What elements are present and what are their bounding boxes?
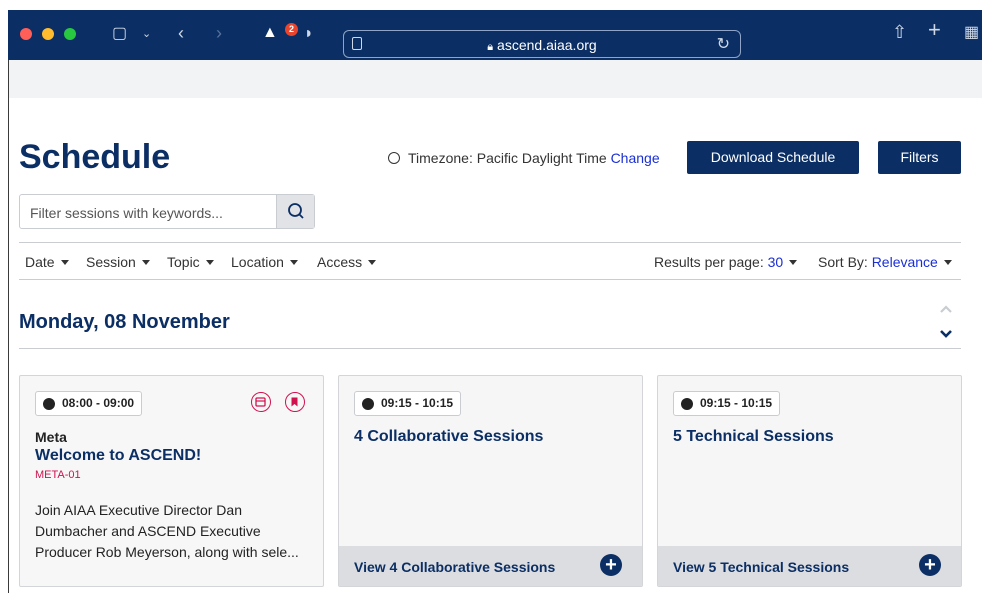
lock-icon: 🔒︎ — [487, 41, 494, 53]
session-category: Meta — [35, 429, 67, 445]
session-title[interactable]: Welcome to ASCEND! — [35, 447, 201, 465]
session-group-card[interactable]: 09:15 - 10:15 5 Technical Sessions View … — [657, 375, 962, 587]
day-heading: Monday, 08 November — [19, 311, 230, 333]
chevron-down-icon[interactable]: ⌄ — [142, 26, 151, 42]
filter-access[interactable]: Access — [317, 254, 377, 270]
calendar-icon[interactable] — [251, 392, 271, 412]
privacy-shield-icon[interactable]: ◗ — [304, 26, 314, 42]
clock-icon — [681, 398, 693, 410]
caret-down-icon — [141, 260, 150, 265]
back-icon[interactable]: ‹ — [178, 24, 184, 42]
timezone-change-link[interactable]: Change — [611, 150, 660, 166]
caret-down-icon — [60, 260, 69, 265]
session-group-title[interactable]: 5 Technical Sessions — [673, 428, 834, 446]
divider — [19, 279, 961, 280]
caret-down-icon — [943, 260, 952, 265]
session-group-title[interactable]: 4 Collaborative Sessions — [354, 428, 543, 446]
notification-badge: 2 — [285, 23, 298, 36]
search-input[interactable]: Filter sessions with keywords... — [30, 205, 223, 221]
new-tab-icon[interactable]: + — [928, 19, 941, 41]
address-bar[interactable]: 🔒︎ ascend.aiaa.org ↻ — [343, 30, 741, 58]
page-title: Schedule — [19, 138, 171, 176]
session-description: Join AIAA Executive Director Dan Dumbach… — [35, 502, 299, 560]
timezone-label: Timezone: Pacific Daylight Time — [408, 150, 607, 166]
caret-down-icon — [368, 260, 377, 265]
timezone-info: Timezone: Pacific Daylight Time Change — [388, 150, 660, 166]
reload-icon[interactable]: ↻ — [717, 34, 730, 54]
search-icon — [288, 203, 304, 219]
clock-icon — [43, 398, 55, 410]
session-time: 09:15 - 10:15 — [354, 391, 462, 416]
filter-date[interactable]: Date — [25, 254, 69, 270]
session-time: 08:00 - 09:00 — [35, 391, 143, 416]
sort-by[interactable]: Sort By: Relevance — [818, 254, 952, 270]
filter-location[interactable]: Location — [231, 254, 298, 270]
caret-down-icon — [289, 260, 298, 265]
plus-icon[interactable]: + — [919, 554, 941, 576]
caret-down-icon — [789, 260, 798, 265]
filters-button[interactable]: Filters — [878, 141, 961, 174]
minimize-window-button[interactable] — [42, 28, 54, 40]
view-sessions-bar[interactable]: View 4 Collaborative Sessions + — [339, 546, 642, 586]
caret-down-icon — [205, 260, 214, 265]
view-sessions-link[interactable]: View 4 Collaborative Sessions — [354, 559, 555, 575]
plus-icon[interactable]: + — [600, 554, 622, 576]
page-top-band — [8, 60, 982, 98]
session-time: 09:15 - 10:15 — [673, 391, 781, 416]
bookmark-icon[interactable] — [285, 392, 305, 412]
zoom-window-button[interactable] — [64, 28, 76, 40]
share-icon[interactable]: ⇧ — [892, 23, 907, 41]
window-edge — [8, 60, 9, 593]
filter-topic[interactable]: Topic — [167, 254, 214, 270]
sidebar-toggle-icon[interactable]: ▢ — [112, 26, 127, 42]
session-card[interactable]: 08:00 - 09:00 Meta Welcome to ASCEND! ME… — [19, 375, 324, 587]
url-text: ascend.aiaa.org — [497, 37, 597, 53]
clock-icon — [388, 152, 400, 164]
warning-icon[interactable]: ▲ — [262, 25, 278, 41]
clock-icon — [362, 398, 374, 410]
session-code: META-01 — [35, 469, 81, 481]
search-button[interactable] — [276, 195, 314, 228]
download-schedule-button[interactable]: Download Schedule — [687, 141, 859, 174]
close-window-button[interactable] — [20, 28, 32, 40]
filter-session[interactable]: Session — [86, 254, 150, 270]
chevron-down-icon[interactable] — [938, 328, 954, 340]
view-sessions-bar[interactable]: View 5 Technical Sessions + — [658, 546, 961, 586]
session-group-card[interactable]: 09:15 - 10:15 4 Collaborative Sessions V… — [338, 375, 643, 587]
browser-toolbar: ▢ ⌄ ‹ › ▲ 2 ◗ 🔒︎ ascend.aiaa.org ↻ ⇧ + ▦ — [8, 10, 982, 60]
forward-icon[interactable]: › — [216, 24, 222, 42]
divider — [19, 242, 961, 243]
results-per-page[interactable]: Results per page: 30 — [654, 254, 798, 270]
search-field[interactable]: Filter sessions with keywords... — [19, 194, 315, 229]
view-sessions-link[interactable]: View 5 Technical Sessions — [673, 559, 849, 575]
divider — [19, 348, 961, 349]
tab-overview-icon[interactable]: ▦ — [964, 25, 979, 41]
chevron-up-icon[interactable] — [938, 303, 954, 315]
